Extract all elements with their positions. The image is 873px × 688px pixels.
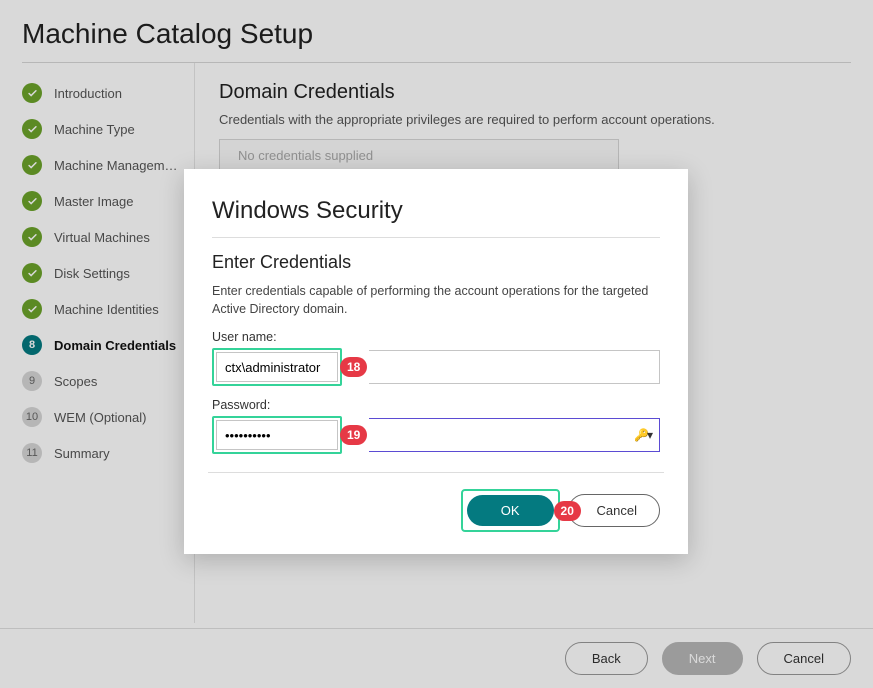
- annotation-18: 18: [340, 357, 367, 377]
- ok-button[interactable]: OK: [467, 495, 554, 526]
- annotation-20: 20: [554, 501, 581, 521]
- username-highlight: [212, 348, 342, 386]
- dialog-divider: [212, 237, 660, 238]
- ok-highlight: OK: [461, 489, 560, 532]
- dialog-buttons: OK 20 Cancel: [212, 489, 660, 532]
- dialog-button-divider: [208, 472, 664, 473]
- password-row: 19 🔑▾: [212, 416, 660, 454]
- username-row: 18: [212, 348, 660, 386]
- annotation-19: 19: [340, 425, 367, 445]
- dialog-subtitle: Enter Credentials: [212, 252, 660, 273]
- username-input[interactable]: [216, 352, 338, 382]
- password-input[interactable]: [216, 420, 338, 450]
- password-label: Password:: [212, 398, 660, 412]
- key-icon[interactable]: 🔑▾: [634, 428, 651, 442]
- dialog-description: Enter credentials capable of performing …: [212, 283, 660, 318]
- password-highlight: [212, 416, 342, 454]
- dialog-cancel-button[interactable]: Cancel: [568, 494, 660, 527]
- windows-security-dialog: Windows Security Enter Credentials Enter…: [184, 169, 688, 554]
- dialog-title: Windows Security: [212, 197, 660, 225]
- username-input-extent[interactable]: [369, 350, 660, 384]
- password-input-extent[interactable]: 🔑▾: [369, 418, 660, 452]
- username-label: User name:: [212, 330, 660, 344]
